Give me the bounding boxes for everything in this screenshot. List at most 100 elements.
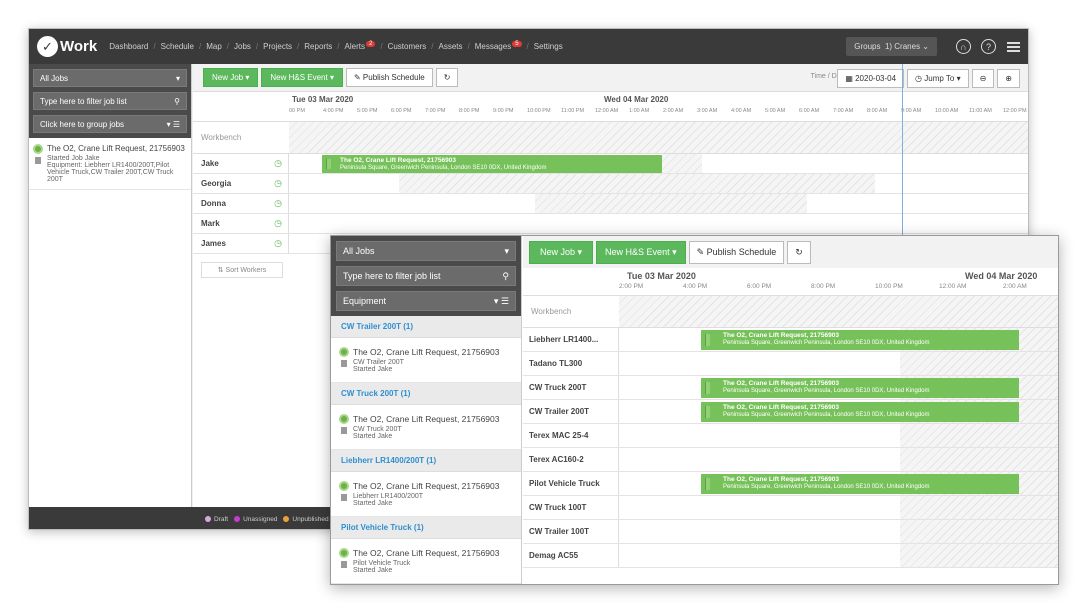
drag-handle[interactable] [326,159,331,169]
publish-schedule-button[interactable]: ✎ Publish Schedule [345,68,433,87]
equipment-name[interactable]: CW Trailer 100T [523,520,619,543]
worker-name-cell[interactable]: Jake ◷ [193,154,289,173]
job-list-item[interactable]: The O2, Crane Lift Request, 21756903 Sta… [29,138,191,190]
equipment-name[interactable]: Terex AC160-2 [523,448,619,471]
equipment-track[interactable]: The O2, Crane Lift Request, 21756903 Peni… [619,472,1058,495]
worker-name-cell[interactable]: Mark ◷ [193,214,289,233]
zoom-in-button[interactable]: ⊕ [997,69,1020,88]
worker-track[interactable] [289,174,1028,193]
nav-item-alerts[interactable]: Alerts 2 [345,41,376,51]
job-search-input[interactable]: Type here to filter job list ⚲ [336,266,516,286]
nav-item-map[interactable]: Map [206,42,222,51]
nav-item-settings[interactable]: Settings [534,42,563,51]
headset-icon[interactable]: ∩ [956,39,971,54]
nav-item-dashboard[interactable]: Dashboard [109,42,148,51]
clock-icon[interactable]: ◷ [274,178,282,189]
date-picker[interactable]: ▦ 2020-03-04 [837,69,905,88]
new-job-button[interactable]: New Job ▾ [203,68,259,87]
equipment-name[interactable]: CW Truck 100T [523,496,619,519]
equipment-name[interactable]: CW Truck 200T [523,376,619,399]
job-filter-select[interactable]: All Jobs ▾ [33,69,187,87]
equipment-name[interactable]: Pilot Vehicle Truck [523,472,619,495]
scheduled-job-event[interactable]: The O2, Crane Lift Request, 21756903 Peni… [322,155,662,173]
date-label-wed: Wed 04 Mar 2020 [965,271,1038,281]
equipment-track[interactable] [619,352,1058,375]
equipment-track[interactable] [619,544,1058,567]
equipment-name[interactable]: Liebherr LR1400... [523,328,619,351]
sort-workers-button[interactable]: ⇅ Sort Workers [201,262,283,278]
nav-item-label: Messages [474,42,512,51]
equipment-name[interactable]: Terex MAC 25-4 [523,424,619,447]
job-list-item[interactable]: The O2, Crane Lift Request, 21756903 Pilo… [331,539,521,584]
new-job-label: New Job [212,73,244,82]
equipment-group-header[interactable]: Liebherr LR1400/200T (1) [331,450,521,472]
scheduled-job-event[interactable]: The O2, Crane Lift Request, 21756903 Peni… [701,474,1019,494]
zoom-out-button[interactable]: ⊖ [971,69,995,88]
nav-item-messages[interactable]: Messages 5 [474,41,522,51]
group-jobs-select[interactable]: Equipment ▾ ☰ [336,291,516,311]
equipment-group-header[interactable]: CW Truck 200T (1) [331,383,521,405]
scheduled-job-event[interactable]: The O2, Crane Lift Request, 21756903 Peni… [701,330,1019,350]
equipment-group-header[interactable]: Pilot Vehicle Truck (1) [331,517,521,539]
scheduled-job-event[interactable]: The O2, Crane Lift Request, 21756903 Peni… [701,402,1019,422]
help-icon[interactable]: ? [981,39,996,54]
refresh-button[interactable]: ↻ [787,240,811,264]
worker-track[interactable] [289,194,1028,213]
groups-select[interactable]: Groups 1) Cranes ⌄ [846,37,937,56]
clock-icon[interactable]: ◷ [274,158,282,169]
drag-handle[interactable] [705,478,710,490]
equipment-track[interactable]: The O2, Crane Lift Request, 21756903 Peni… [619,328,1058,351]
equipment-name[interactable]: CW Trailer 200T [523,400,619,423]
job-filter-select[interactable]: All Jobs ▾ [336,241,516,261]
event-address: Peninsula Square, Greenwich Peninsula, L… [723,388,930,395]
publish-schedule-button[interactable]: ✎ Publish Schedule [688,240,785,264]
jump-to-button[interactable]: ◷ Jump To ▾ [907,69,969,88]
worker-name-cell[interactable]: Donna ◷ [193,194,289,213]
clock-icon[interactable]: ◷ [274,218,282,229]
equipment-track[interactable] [619,520,1058,543]
equipment-name[interactable]: Demag AC55 [523,544,619,567]
nav-item-projects[interactable]: Projects [263,42,292,51]
equipment-name[interactable]: Tadano TL300 [523,352,619,375]
drag-handle[interactable] [705,406,710,418]
nav-item-customers[interactable]: Customers [388,42,427,51]
nav-item-assets[interactable]: Assets [438,42,462,51]
new-hs-event-button[interactable]: New H&S Event ▾ [596,240,686,264]
new-job-button[interactable]: New Job ▾ [529,240,594,264]
equipment-track[interactable]: The O2, Crane Lift Request, 21756903 Peni… [619,376,1058,399]
clock-icon[interactable]: ◷ [274,238,282,249]
job-title: The O2, Crane Lift Request, 21756903 [353,548,500,558]
job-list-item[interactable]: The O2, Crane Lift Request, 21756903 Lieb… [331,472,521,517]
nav-item-jobs[interactable]: Jobs [234,42,251,51]
refresh-button[interactable]: ↻ [435,68,459,87]
unavailable-block [399,174,875,193]
job-list-item[interactable]: The O2, Crane Lift Request, 21756903 CW T… [331,338,521,383]
workbench-area[interactable] [289,122,1028,153]
group-jobs-select[interactable]: Click here to group jobs ▾ ☰ [33,115,187,133]
hamburger-menu-icon[interactable] [1007,40,1020,54]
clock-icon[interactable]: ◷ [274,198,282,209]
nav-separator: / [526,42,529,51]
job-status: Started Jake [353,366,393,373]
worker-track[interactable] [289,214,1028,233]
workbench-area[interactable] [619,296,1058,327]
worker-name-cell[interactable]: James ◷ [193,234,289,253]
worker-track[interactable]: The O2, Crane Lift Request, 21756903 Peni… [289,154,1028,173]
job-status: Started Jake [353,500,393,507]
equipment-group-header[interactable]: CW Trailer 200T (1) [331,316,521,338]
drag-handle[interactable] [705,334,710,346]
equipment-track[interactable]: The O2, Crane Lift Request, 21756903 Peni… [619,400,1058,423]
nav-item-label: Jobs [234,42,251,51]
logo[interactable]: ✓ Work [37,36,97,57]
job-list-item[interactable]: The O2, Crane Lift Request, 21756903 CW T… [331,405,521,450]
drag-handle[interactable] [705,382,710,394]
equipment-track[interactable] [619,448,1058,471]
equipment-track[interactable] [619,424,1058,447]
new-hs-event-button[interactable]: New H&S Event ▾ [261,68,343,87]
equipment-track[interactable] [619,496,1058,519]
nav-item-schedule[interactable]: Schedule [161,42,194,51]
worker-name-cell[interactable]: Georgia ◷ [193,174,289,193]
nav-item-reports[interactable]: Reports [304,42,332,51]
scheduled-job-event[interactable]: The O2, Crane Lift Request, 21756903 Peni… [701,378,1019,398]
job-search-input[interactable]: Type here to filter job list ⚲ [33,92,187,110]
